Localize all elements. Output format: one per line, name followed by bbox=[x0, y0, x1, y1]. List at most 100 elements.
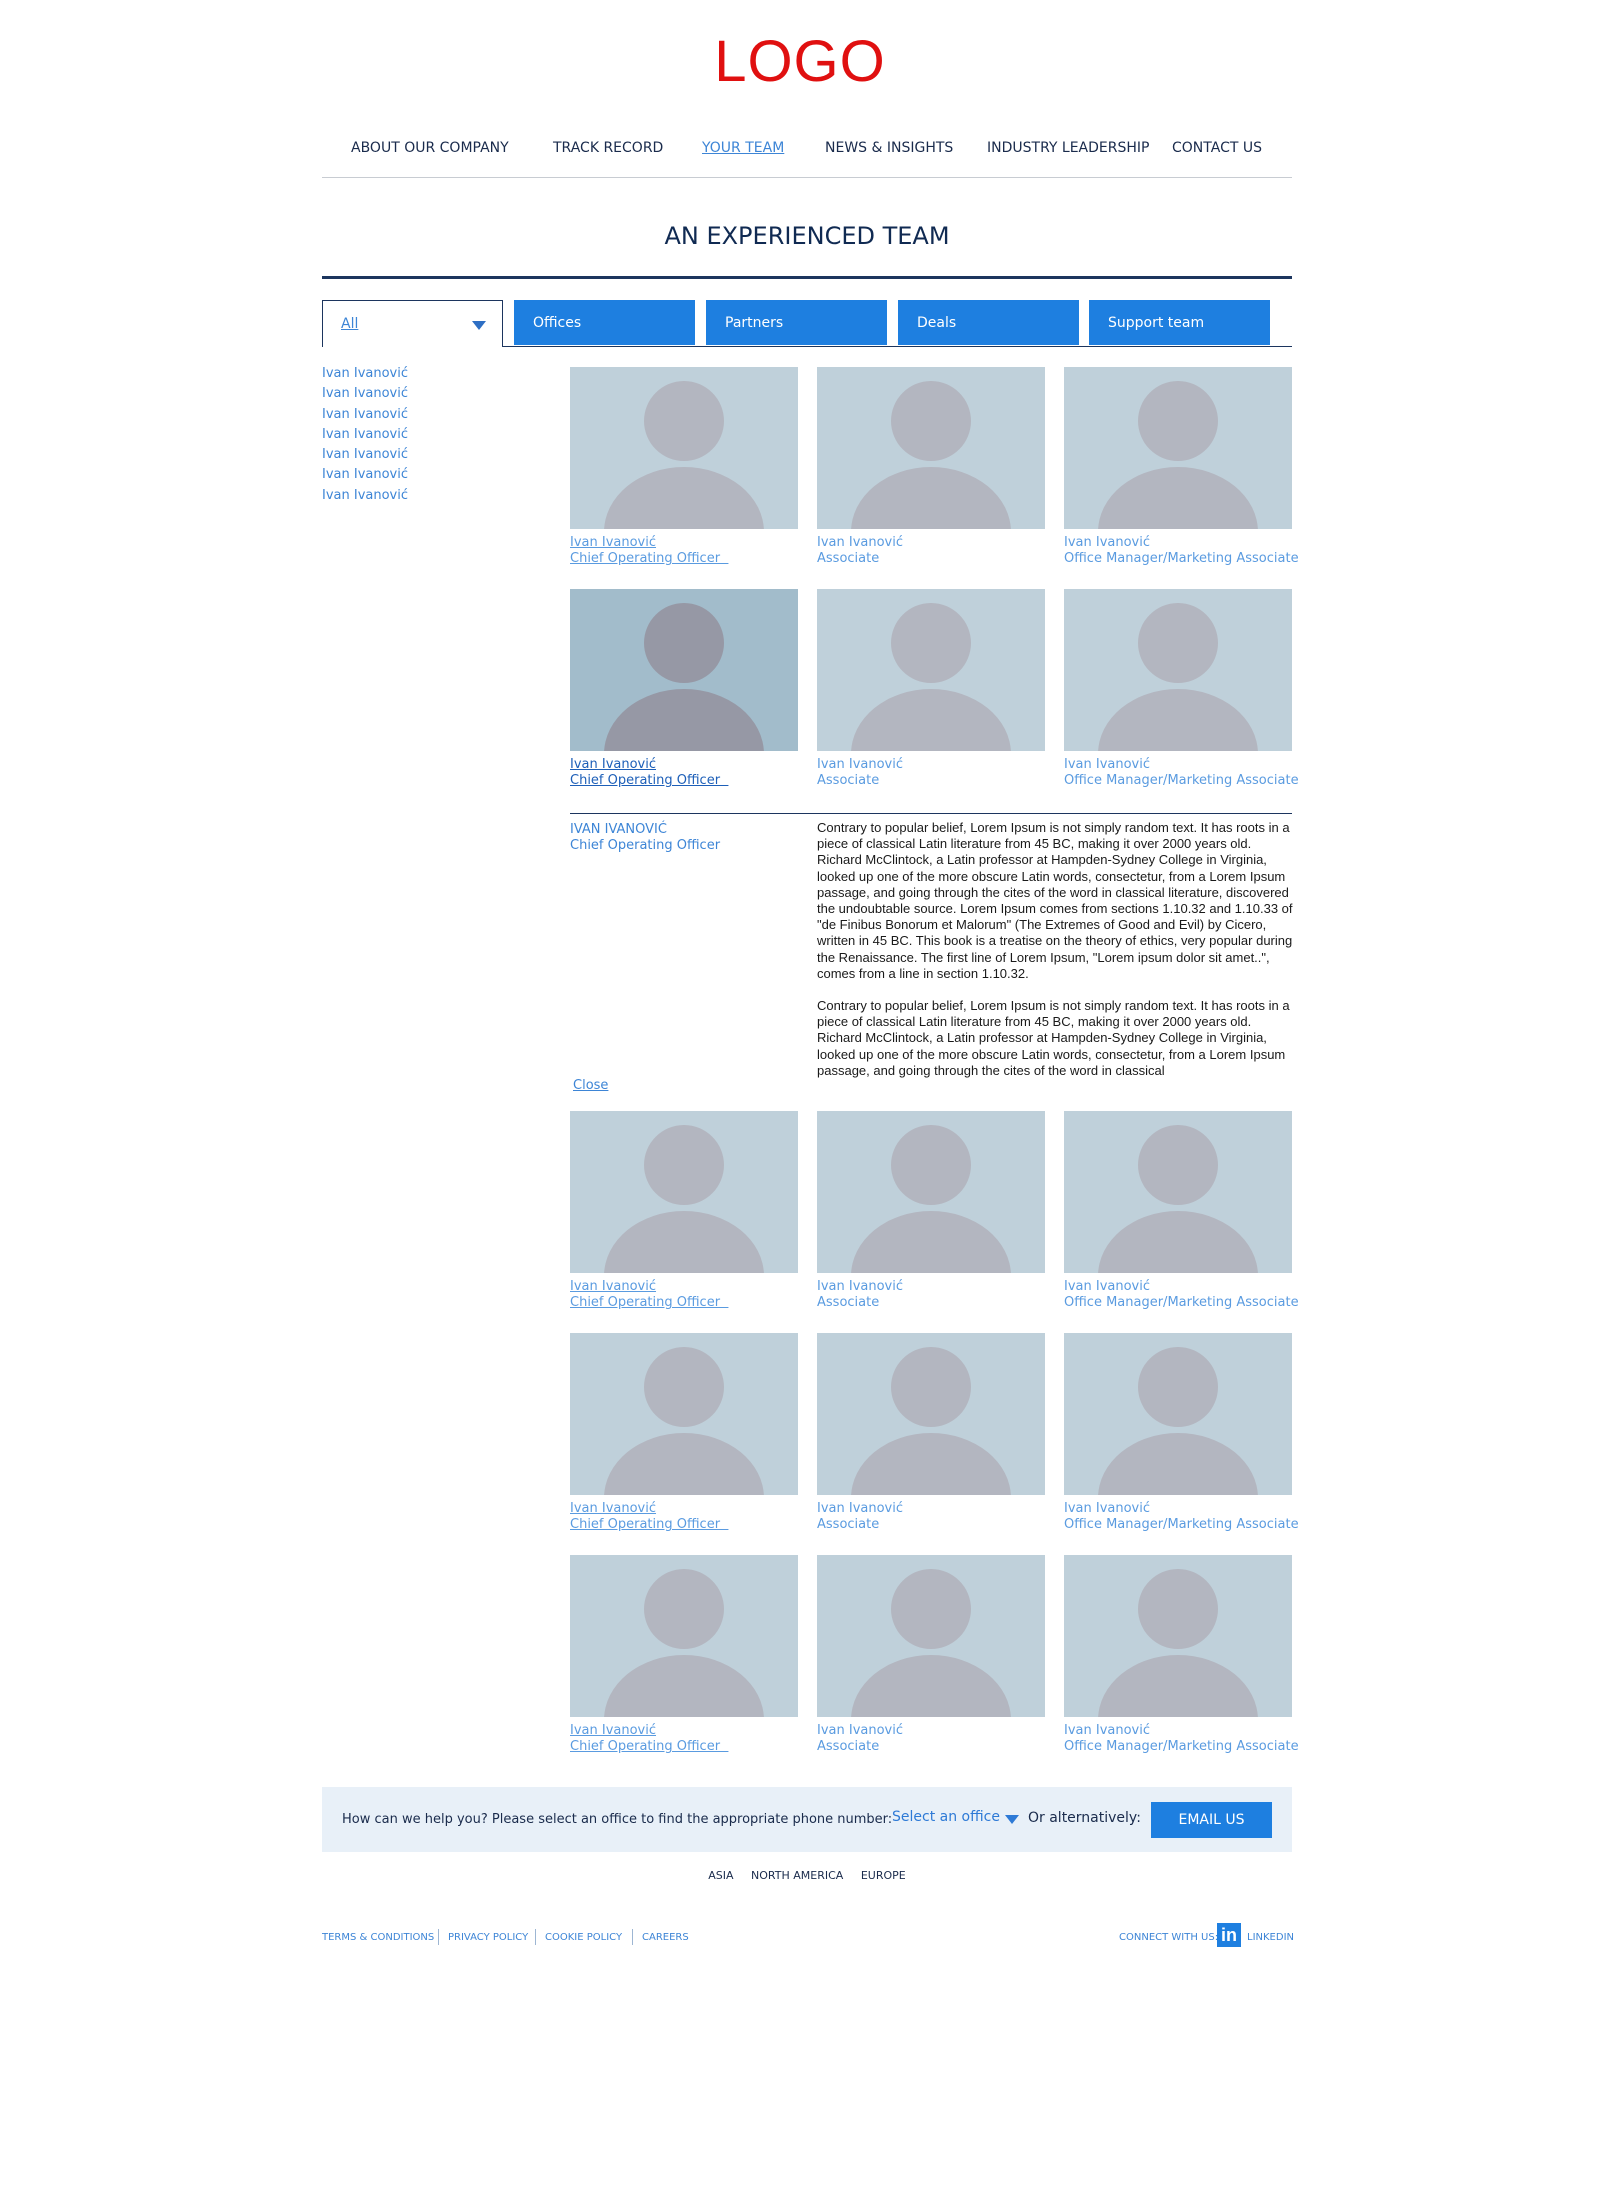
nav-contact-us[interactable]: CONTACT US bbox=[1172, 140, 1262, 156]
avatar-placeholder[interactable] bbox=[1064, 589, 1292, 751]
title-divider bbox=[322, 276, 1292, 279]
member-name[interactable]: Ivan Ivanović bbox=[817, 757, 1045, 773]
connect-label: CONNECT WITH US: bbox=[1119, 1932, 1219, 1943]
sidebar-member-link[interactable]: Ivan Ivanović bbox=[322, 384, 408, 404]
alternatively-label: Or alternatively: bbox=[1028, 1810, 1141, 1826]
team-card: Ivan Ivanović Chief Operating Officer bbox=[570, 367, 798, 567]
team-card: Ivan Ivanović Chief Operating Officer bbox=[570, 1555, 798, 1755]
sidebar-member-link[interactable]: Ivan Ivanović bbox=[322, 364, 408, 384]
member-name[interactable]: Ivan Ivanović bbox=[570, 757, 798, 773]
region-north-america[interactable]: NORTH AMERICA bbox=[751, 1869, 843, 1882]
avatar-placeholder[interactable] bbox=[1064, 367, 1292, 529]
member-role: Associate bbox=[817, 773, 880, 788]
avatar-placeholder[interactable] bbox=[1064, 1333, 1292, 1495]
team-card: Ivan Ivanović Office Manager/Marketing A… bbox=[1064, 1111, 1299, 1311]
team-card: Ivan Ivanović Office Manager/Marketing A… bbox=[1064, 589, 1299, 789]
help-question: How can we help you? Please select an of… bbox=[342, 1812, 893, 1827]
footer-terms-link[interactable]: TERMS & CONDITIONS bbox=[322, 1932, 434, 1943]
avatar-placeholder[interactable] bbox=[817, 1333, 1045, 1495]
nav-about[interactable]: ABOUT OUR COMPANY bbox=[351, 140, 509, 156]
tab-offices[interactable]: Offices bbox=[514, 300, 695, 345]
team-sidebar: Ivan Ivanović Ivan Ivanović Ivan Ivanovi… bbox=[322, 364, 408, 506]
member-name[interactable]: Ivan Ivanović bbox=[1064, 535, 1292, 551]
avatar-placeholder[interactable] bbox=[570, 1555, 798, 1717]
member-name[interactable]: Ivan Ivanović bbox=[1064, 1723, 1292, 1739]
member-detail-panel: IVAN IVANOVIĆ Chief Operating Officer Cl… bbox=[570, 813, 1293, 1104]
avatar-placeholder[interactable] bbox=[570, 1111, 798, 1273]
avatar-placeholder[interactable] bbox=[570, 367, 798, 529]
footer-separator bbox=[535, 1929, 536, 1945]
avatar-placeholder[interactable] bbox=[817, 1111, 1045, 1273]
team-card: Ivan Ivanović Office Manager/Marketing A… bbox=[1064, 1333, 1299, 1533]
detail-role: Chief Operating Officer bbox=[570, 838, 721, 853]
region-asia[interactable]: ASIA bbox=[708, 1869, 733, 1882]
avatar-placeholder[interactable] bbox=[817, 367, 1045, 529]
member-role: Associate bbox=[817, 1295, 880, 1310]
sidebar-member-link[interactable]: Ivan Ivanović bbox=[322, 465, 408, 485]
region-europe[interactable]: EUROPE bbox=[861, 1869, 906, 1882]
email-us-button[interactable]: EMAIL US bbox=[1151, 1802, 1272, 1838]
member-name[interactable]: Ivan Ivanović bbox=[1064, 1501, 1292, 1517]
avatar-placeholder[interactable] bbox=[1064, 1555, 1292, 1717]
member-name[interactable]: Ivan Ivanović bbox=[570, 1279, 798, 1295]
member-role: Office Manager/Marketing Associate bbox=[1064, 551, 1299, 566]
team-card: Ivan Ivanović Associate bbox=[817, 1555, 1045, 1755]
member-role[interactable]: Chief Operating Officer bbox=[570, 773, 798, 789]
sidebar-member-link[interactable]: Ivan Ivanović bbox=[322, 486, 408, 506]
member-role: Office Manager/Marketing Associate bbox=[1064, 1739, 1299, 1754]
office-select[interactable]: Select an office bbox=[892, 1809, 1000, 1825]
bio-paragraph: Contrary to popular belief, Lorem Ipsum … bbox=[817, 820, 1293, 981]
team-card: Ivan Ivanović Office Manager/Marketing A… bbox=[1064, 1555, 1299, 1755]
member-role: Office Manager/Marketing Associate bbox=[1064, 1517, 1299, 1532]
sidebar-member-link[interactable]: Ivan Ivanović bbox=[322, 425, 408, 445]
team-card: Ivan Ivanović Chief Operating Officer bbox=[570, 1333, 798, 1533]
avatar-placeholder[interactable] bbox=[817, 1555, 1045, 1717]
member-name[interactable]: Ivan Ivanović bbox=[817, 1723, 1045, 1739]
team-card: Ivan Ivanović Chief Operating Officer bbox=[570, 1111, 798, 1311]
close-detail-link[interactable]: Close bbox=[573, 1078, 608, 1093]
member-name[interactable]: Ivan Ivanović bbox=[817, 1279, 1045, 1295]
nav-industry-leadership[interactable]: INDUSTRY LEADERSHIP bbox=[987, 140, 1149, 156]
nav-news-insights[interactable]: NEWS & INSIGHTS bbox=[825, 140, 953, 156]
member-name[interactable]: Ivan Ivanović bbox=[817, 1501, 1045, 1517]
footer-privacy-link[interactable]: PRIVACY POLICY bbox=[448, 1932, 528, 1943]
linkedin-icon[interactable]: in bbox=[1217, 1923, 1241, 1947]
member-name[interactable]: Ivan Ivanović bbox=[817, 535, 1045, 551]
avatar-placeholder[interactable] bbox=[817, 589, 1045, 751]
member-name[interactable]: Ivan Ivanović bbox=[1064, 1279, 1292, 1295]
member-name[interactable]: Ivan Ivanović bbox=[570, 535, 798, 551]
member-role: Associate bbox=[817, 1739, 880, 1754]
team-card: Ivan Ivanović Associate bbox=[817, 1111, 1045, 1311]
footer-separator bbox=[438, 1929, 439, 1945]
tab-partners[interactable]: Partners bbox=[706, 300, 887, 345]
member-name[interactable]: Ivan Ivanović bbox=[570, 1723, 798, 1739]
nav-your-team[interactable]: YOUR TEAM bbox=[702, 140, 784, 156]
member-role[interactable]: Chief Operating Officer bbox=[570, 551, 798, 567]
team-card: Ivan Ivanović Associate bbox=[817, 1333, 1045, 1533]
member-role[interactable]: Chief Operating Officer bbox=[570, 1517, 798, 1533]
logo[interactable]: LOGO bbox=[0, 28, 1600, 95]
footer-careers-link[interactable]: CAREERS bbox=[642, 1932, 689, 1943]
avatar-placeholder[interactable] bbox=[1064, 1111, 1292, 1273]
team-card: Ivan Ivanović Associate bbox=[817, 589, 1045, 789]
filter-dropdown-value: All bbox=[341, 316, 359, 332]
sidebar-member-link[interactable]: Ivan Ivanović bbox=[322, 405, 408, 425]
avatar-placeholder[interactable] bbox=[570, 1333, 798, 1495]
member-role: Associate bbox=[817, 551, 880, 566]
detail-name: IVAN IVANOVIĆ bbox=[570, 822, 667, 837]
linkedin-link[interactable]: LINKEDIN bbox=[1247, 1932, 1294, 1943]
tab-support-team[interactable]: Support team bbox=[1089, 300, 1270, 345]
footer-cookie-link[interactable]: COOKIE POLICY bbox=[545, 1932, 622, 1943]
main-nav: ABOUT OUR COMPANY TRACK RECORD YOUR TEAM… bbox=[322, 140, 1292, 178]
region-links: ASIA NORTH AMERICA EUROPE bbox=[0, 1869, 1600, 1882]
avatar-placeholder-selected[interactable] bbox=[570, 589, 798, 751]
sidebar-member-link[interactable]: Ivan Ivanović bbox=[322, 445, 408, 465]
filter-dropdown[interactable]: All bbox=[322, 300, 503, 347]
member-role[interactable]: Chief Operating Officer bbox=[570, 1295, 798, 1311]
member-role[interactable]: Chief Operating Officer bbox=[570, 1739, 798, 1755]
chevron-down-icon[interactable] bbox=[1005, 1815, 1019, 1824]
member-name[interactable]: Ivan Ivanović bbox=[570, 1501, 798, 1517]
tab-deals[interactable]: Deals bbox=[898, 300, 1079, 345]
member-name[interactable]: Ivan Ivanović bbox=[1064, 757, 1292, 773]
nav-track-record[interactable]: TRACK RECORD bbox=[553, 140, 663, 156]
